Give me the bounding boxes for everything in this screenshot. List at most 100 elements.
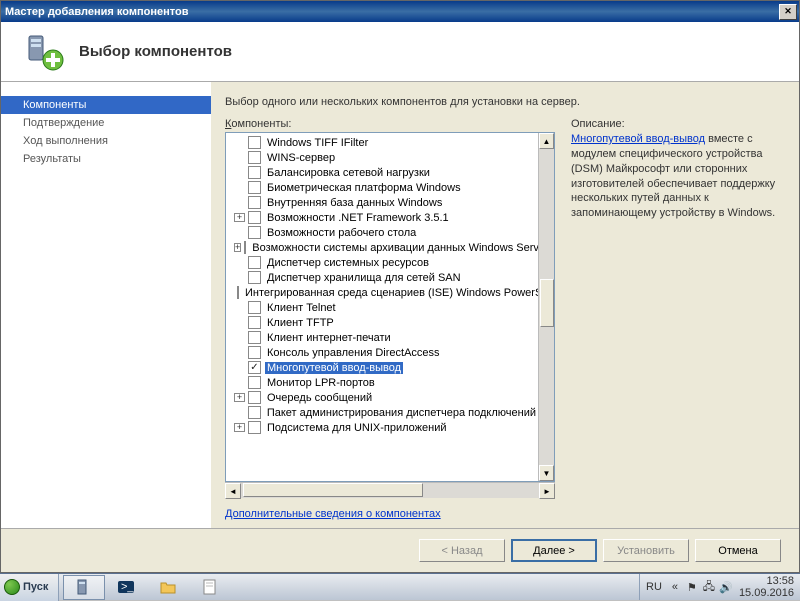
tree-row[interactable]: ✓ Многопутевой ввод-вывод [226, 360, 538, 375]
tree-row[interactable]: +Очередь сообщений [226, 390, 538, 405]
checkbox[interactable] [248, 226, 261, 239]
tray-volume-icon[interactable]: 🔊 [719, 580, 733, 594]
checkbox[interactable] [248, 151, 261, 164]
tree-row[interactable]: Интегрированная среда сценариев (ISE) Wi… [226, 285, 538, 300]
sidebar-item-confirmation[interactable]: Подтверждение [1, 114, 211, 132]
checkbox[interactable] [244, 241, 246, 254]
checkbox[interactable] [248, 421, 261, 434]
tree-item-label: Клиент TFTP [265, 317, 336, 329]
wizard-sidebar: Компоненты Подтверждение Ход выполнения … [1, 82, 211, 528]
tree-row[interactable]: Балансировка сетевой нагрузки [226, 165, 538, 180]
task-notepad[interactable] [189, 575, 231, 600]
checkbox[interactable] [248, 301, 261, 314]
start-button[interactable]: Пуск [0, 574, 59, 601]
checkbox[interactable] [248, 331, 261, 344]
scroll-down-button[interactable]: ▼ [539, 465, 554, 481]
tree-row[interactable]: +Подсистема для UNIX-приложений [226, 420, 538, 435]
tree-row[interactable]: Диспетчер хранилища для сетей SAN [226, 270, 538, 285]
back-button[interactable]: < Назад [419, 539, 505, 562]
checkbox[interactable] [248, 211, 261, 224]
checkbox[interactable] [248, 166, 261, 179]
horizontal-scrollbar[interactable]: ◄ ► [225, 482, 555, 498]
tree-row[interactable]: Монитор LPR-портов [226, 375, 538, 390]
scroll-up-button[interactable]: ▲ [539, 133, 554, 149]
cancel-button[interactable]: Отмена [695, 539, 781, 562]
close-button[interactable]: ✕ [779, 4, 797, 20]
scroll-thumb[interactable] [540, 279, 554, 327]
install-button[interactable]: Установить [603, 539, 689, 562]
checkbox[interactable] [248, 271, 261, 284]
tree-row[interactable]: Пакет администрирования диспетчера подкл… [226, 405, 538, 420]
checkbox[interactable] [248, 256, 261, 269]
checkbox[interactable] [248, 346, 261, 359]
tree-item-label: Многопутевой ввод-вывод [265, 362, 403, 374]
tray-clock[interactable]: 13:58 15.09.2016 [739, 575, 794, 599]
components-tree[interactable]: Windows TIFF IFilterWINS-сервер Балансиро… [225, 132, 555, 482]
start-label: Пуск [23, 581, 48, 593]
description-text: Многопутевой ввод-вывод вместе с модулем… [571, 132, 783, 221]
description-link[interactable]: Многопутевой ввод-вывод [571, 133, 705, 145]
checkbox[interactable] [248, 406, 261, 419]
checkbox[interactable] [248, 136, 261, 149]
tree-row[interactable]: Диспетчер системных ресурсов [226, 255, 538, 270]
tree-item-label: Windows TIFF IFilter [265, 137, 370, 149]
expand-toggle[interactable]: + [234, 243, 241, 252]
scroll-right-button[interactable]: ► [539, 483, 555, 499]
components-label: Компоненты: [225, 118, 555, 130]
hscroll-thumb[interactable] [243, 483, 423, 497]
tree-row[interactable]: Возможности рабочего стола [226, 225, 538, 240]
expand-toggle [234, 168, 245, 177]
sidebar-item-progress[interactable]: Ход выполнения [1, 132, 211, 150]
expand-toggle[interactable]: + [234, 423, 245, 432]
language-indicator[interactable]: RU [646, 581, 662, 593]
tree-item-label: Интегрированная среда сценариев (ISE) Wi… [243, 287, 538, 299]
tree-row[interactable]: +Возможности .NET Framework 3.5.1 [226, 210, 538, 225]
titlebar[interactable]: Мастер добавления компонентов ✕ [1, 1, 799, 22]
sidebar-item-components[interactable]: Компоненты [1, 96, 211, 114]
tree-row[interactable]: Windows TIFF IFilter [226, 135, 538, 150]
sidebar-item-results[interactable]: Результаты [1, 150, 211, 168]
expand-toggle[interactable]: + [234, 393, 245, 402]
task-powershell[interactable]: >_ [105, 575, 147, 600]
expand-toggle[interactable]: + [234, 213, 245, 222]
checkbox[interactable] [248, 196, 261, 209]
system-tray[interactable]: RU « ⚑ 🖧 🔊 13:58 15.09.2016 [639, 574, 800, 600]
description-body: вместе с модулем специфического устройст… [571, 133, 775, 219]
tray-network-icon[interactable]: 🖧 [702, 580, 716, 594]
checkbox[interactable]: ✓ [248, 361, 261, 374]
task-explorer[interactable] [147, 575, 189, 600]
task-server-manager[interactable] [63, 575, 105, 600]
scroll-left-button[interactable]: ◄ [225, 483, 241, 499]
tree-row[interactable]: Клиент интернет-печати [226, 330, 538, 345]
checkbox[interactable] [248, 376, 261, 389]
vertical-scrollbar[interactable]: ▲ ▼ [538, 133, 554, 481]
tray-chevron-icon[interactable]: « [668, 580, 682, 594]
tray-flag-icon[interactable]: ⚑ [685, 580, 699, 594]
window-title: Мастер добавления компонентов [5, 6, 188, 18]
tree-row[interactable]: Биометрическая платформа Windows [226, 180, 538, 195]
more-info-link[interactable]: Дополнительные сведения о компонентах [225, 508, 555, 520]
checkbox[interactable] [237, 286, 239, 299]
expand-toggle [234, 303, 245, 312]
expand-toggle [234, 273, 245, 282]
page-title: Выбор компонентов [79, 43, 232, 60]
tree-item-label: Балансировка сетевой нагрузки [265, 167, 432, 179]
expand-toggle [234, 333, 245, 342]
checkbox[interactable] [248, 391, 261, 404]
checkbox[interactable] [248, 181, 261, 194]
expand-toggle [234, 228, 245, 237]
tree-row[interactable]: WINS-сервер [226, 150, 538, 165]
checkbox[interactable] [248, 316, 261, 329]
expand-toggle [234, 318, 245, 327]
next-button[interactable]: Далее > [511, 539, 597, 562]
tree-item-label: Монитор LPR-портов [265, 377, 377, 389]
tree-row[interactable]: Консоль управления DirectAccess [226, 345, 538, 360]
tree-item-label: Внутренняя база данных Windows [265, 197, 444, 209]
tree-item-label: Консоль управления DirectAccess [265, 347, 442, 359]
tree-item-label: Клиент интернет-печати [265, 332, 393, 344]
tree-row[interactable]: +Возможности системы архивации данных Wi… [226, 240, 538, 255]
tree-row[interactable]: Клиент Telnet [226, 300, 538, 315]
taskbar[interactable]: Пуск >_ RU « ⚑ 🖧 🔊 13:58 15.09.2016 [0, 573, 800, 600]
tree-row[interactable]: Внутренняя база данных Windows [226, 195, 538, 210]
tree-row[interactable]: Клиент TFTP [226, 315, 538, 330]
